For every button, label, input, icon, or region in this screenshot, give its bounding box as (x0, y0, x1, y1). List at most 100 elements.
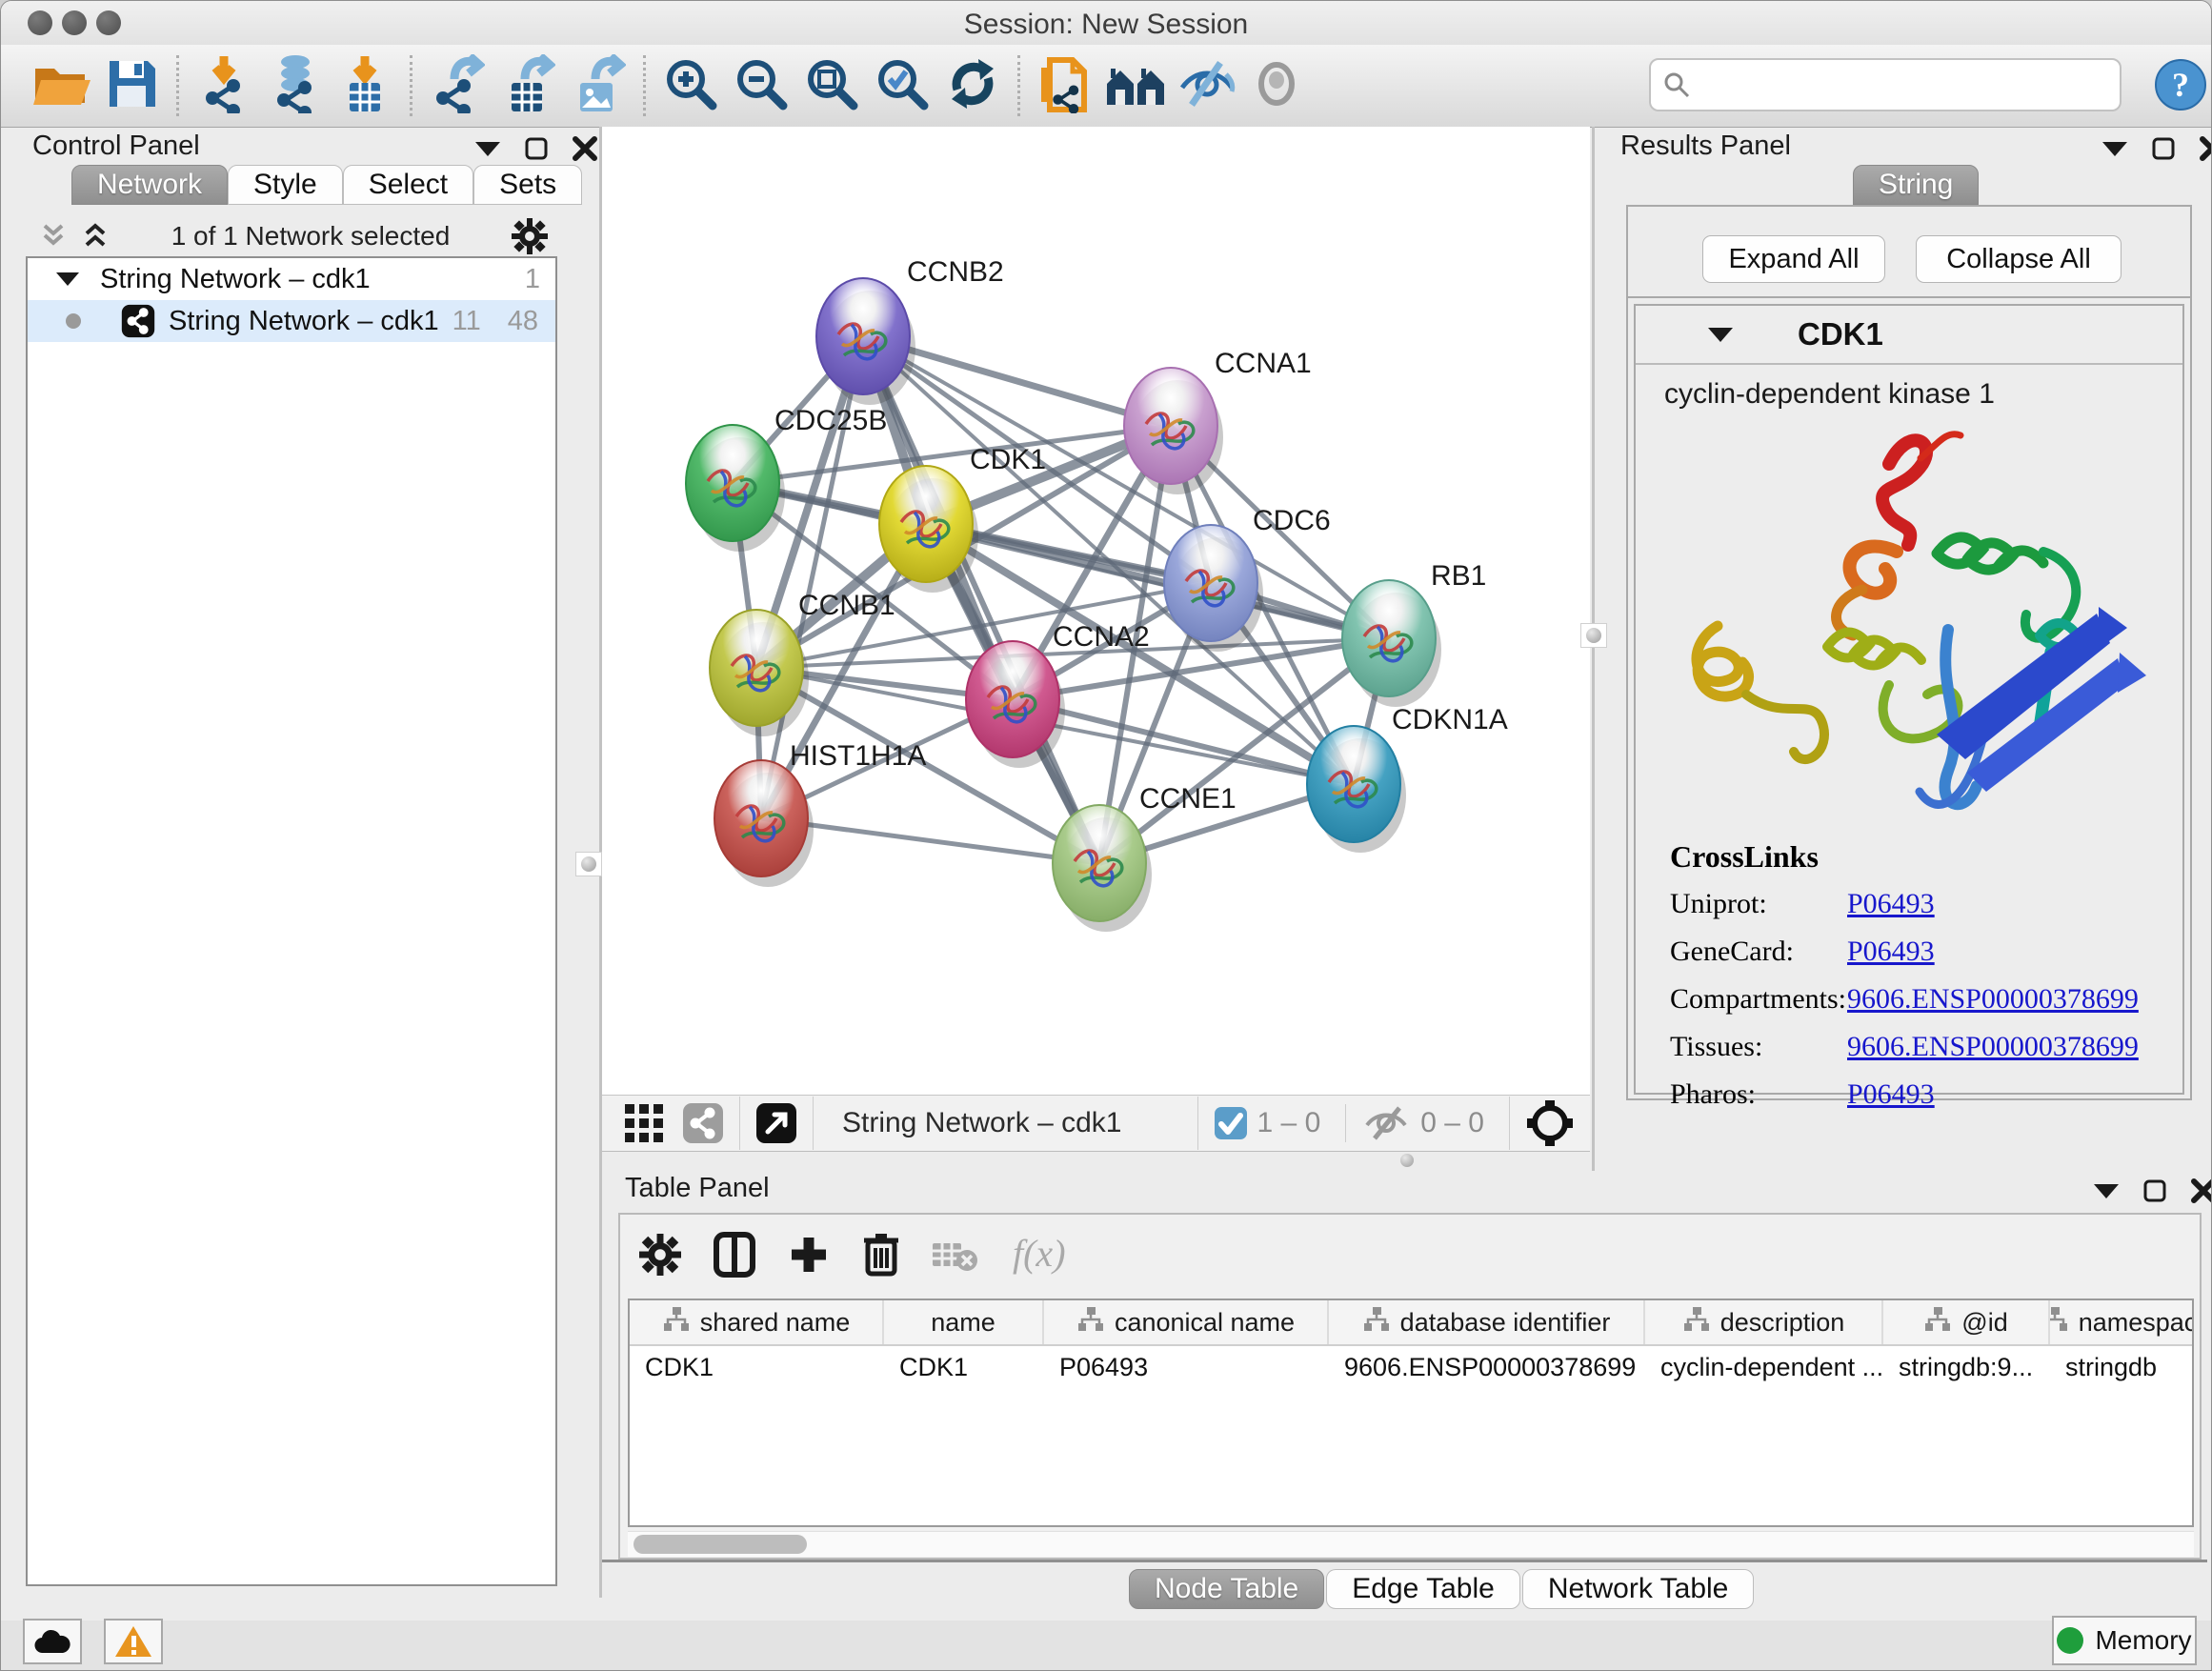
column-header-namespace[interactable]: namespace (2050, 1300, 2194, 1344)
collection-collapse-icon[interactable] (56, 272, 79, 287)
trash-button[interactable] (862, 1232, 900, 1282)
panel-close-icon[interactable] (573, 136, 597, 161)
export-network-button[interactable] (422, 54, 493, 117)
crosslink-link[interactable]: 9606.ENSP00000378699 (1847, 1031, 2139, 1063)
results-menu-icon[interactable] (2102, 140, 2127, 157)
table-close-icon[interactable] (2191, 1178, 2212, 1203)
table-hscrollbar-thumb[interactable] (633, 1535, 807, 1554)
collapse-all-rows-icon[interactable] (81, 222, 110, 251)
cloud-status-button[interactable] (23, 1619, 82, 1664)
eye-button[interactable] (1241, 54, 1312, 117)
node-CDKN1A[interactable]: CDKN1A (1307, 704, 1508, 853)
expand-all-button[interactable]: Expand All (1702, 235, 1885, 283)
crosslink-link[interactable]: P06493 (1847, 936, 1935, 968)
table-menu-icon[interactable] (2094, 1182, 2119, 1199)
network-canvas[interactable]: CCNB2 CCNA1 CDC25B CDK1 CDC6 RB1 CCNB1 C… (602, 127, 1590, 1095)
warning-status-button[interactable] (104, 1619, 163, 1664)
first-neighbors-button[interactable] (1030, 54, 1100, 117)
gear-button[interactable] (639, 1234, 681, 1280)
tab-style[interactable]: Style (228, 165, 343, 205)
tab-string[interactable]: String (1853, 165, 1979, 205)
import-database-button[interactable] (259, 54, 330, 117)
column-header-database-identifier[interactable]: database identifier (1329, 1300, 1645, 1344)
columns-button[interactable] (714, 1232, 755, 1282)
export-image-button[interactable] (563, 54, 633, 117)
birds-eye-view-icon[interactable] (1525, 1098, 1575, 1148)
refresh-layout-icon (946, 57, 999, 115)
import-table-button[interactable] (330, 54, 400, 117)
zoom-selected-icon (875, 56, 930, 116)
cell-canonical-name[interactable]: P06493 (1044, 1346, 1329, 1388)
node-CDC6[interactable]: CDC6 (1164, 505, 1331, 652)
node-CCNA2[interactable]: CCNA2 (966, 621, 1150, 768)
search-input[interactable] (1691, 63, 2120, 107)
save-button[interactable] (96, 54, 167, 117)
refresh-layout-button[interactable] (937, 54, 1008, 117)
panel-menu-icon[interactable] (475, 140, 500, 157)
crosslink-link[interactable]: 9606.ENSP00000378699 (1847, 983, 2139, 1016)
collection-count: 1 (525, 264, 540, 295)
tab-edge-table[interactable]: Edge Table (1326, 1569, 1520, 1609)
table-float-icon[interactable] (2143, 1179, 2166, 1202)
help-button[interactable]: ? (2154, 58, 2207, 116)
column-header-shared-name[interactable]: shared name (630, 1300, 884, 1344)
results-float-icon[interactable] (2152, 137, 2175, 160)
collapse-all-button[interactable]: Collapse All (1916, 235, 2122, 283)
eye-slash-button[interactable] (1171, 54, 1241, 117)
expand-all-rows-icon[interactable] (39, 222, 68, 251)
table-hscrollbar[interactable] (628, 1531, 2194, 1557)
column-header-canonical-name[interactable]: canonical name (1044, 1300, 1329, 1344)
crosslink-link[interactable]: P06493 (1847, 888, 1935, 920)
cell-description[interactable]: cyclin-dependent ... (1645, 1346, 1883, 1388)
selected-checkbox-icon[interactable] (1214, 1106, 1248, 1140)
open-view-in-window-icon[interactable] (755, 1102, 797, 1144)
crosslinks-heading: CrossLinks (1670, 839, 2139, 875)
crosslink-label: Tissues: (1670, 1031, 1847, 1063)
cell--id[interactable]: stringdb:9... (1883, 1346, 2050, 1388)
zoom-selected-button[interactable] (867, 54, 937, 117)
tab-network[interactable]: Network (71, 165, 228, 205)
network-row[interactable]: String Network – cdk1 11 48 (28, 300, 555, 342)
network-collection-row[interactable]: String Network – cdk1 1 (28, 258, 555, 300)
open-folder-button[interactable] (26, 54, 96, 117)
export-table-button[interactable] (493, 54, 563, 117)
tab-network-table[interactable]: Network Table (1522, 1569, 1755, 1609)
results-close-icon[interactable] (2200, 136, 2212, 161)
tab-node-table[interactable]: Node Table (1129, 1569, 1324, 1609)
cell-shared-name[interactable]: CDK1 (630, 1346, 884, 1388)
network-options-gear-icon[interactable] (512, 218, 548, 254)
crosslink-link[interactable]: P06493 (1847, 1078, 1935, 1111)
gene-collapse-icon[interactable] (1708, 326, 1733, 343)
cell-namespace[interactable]: stringdb (2050, 1346, 2194, 1388)
table-row[interactable]: CDK1CDK1P064939606.ENSP00000378699cyclin… (630, 1346, 2192, 1388)
node-CCNB2[interactable]: CCNB2 (816, 256, 1004, 405)
memory-button[interactable]: Memory (2052, 1616, 2197, 1665)
cell-database-identifier[interactable]: 9606.ENSP00000378699 (1329, 1346, 1645, 1388)
column-header--id[interactable]: @id (1883, 1300, 2050, 1344)
search-field[interactable] (1649, 58, 2122, 111)
delete-table-button (933, 1238, 978, 1277)
network-share-view-icon[interactable] (682, 1102, 724, 1144)
homes-button[interactable] (1100, 54, 1171, 117)
node-HIST1H1A[interactable]: HIST1H1A (714, 740, 926, 887)
zoom-in-button[interactable] (655, 54, 726, 117)
import-network-button[interactable] (189, 54, 259, 117)
grid-view-icon[interactable] (623, 1102, 665, 1144)
panel-float-icon[interactable] (525, 137, 548, 160)
bottom-splitter-handle[interactable] (1394, 1154, 1420, 1167)
column-header-description[interactable]: description (1645, 1300, 1883, 1344)
node-RB1[interactable]: RB1 (1342, 560, 1486, 707)
tab-select[interactable]: Select (343, 165, 473, 205)
node-label-CCNA1: CCNA1 (1215, 348, 1312, 379)
node-CCNE1[interactable]: CCNE1 (1053, 783, 1237, 932)
column-header-name[interactable]: name (884, 1300, 1044, 1344)
left-splitter-handle[interactable] (575, 852, 602, 876)
cell-name[interactable]: CDK1 (884, 1346, 1044, 1388)
right-splitter[interactable] (1592, 127, 1595, 1171)
tab-sets[interactable]: Sets (473, 165, 582, 205)
plus-button[interactable] (788, 1234, 830, 1280)
column-tree-icon (1362, 1306, 1391, 1339)
hidden-node-edge-count: 0 – 0 (1420, 1107, 1484, 1139)
zoom-out-button[interactable] (726, 54, 796, 117)
zoom-fit-button[interactable] (796, 54, 867, 117)
